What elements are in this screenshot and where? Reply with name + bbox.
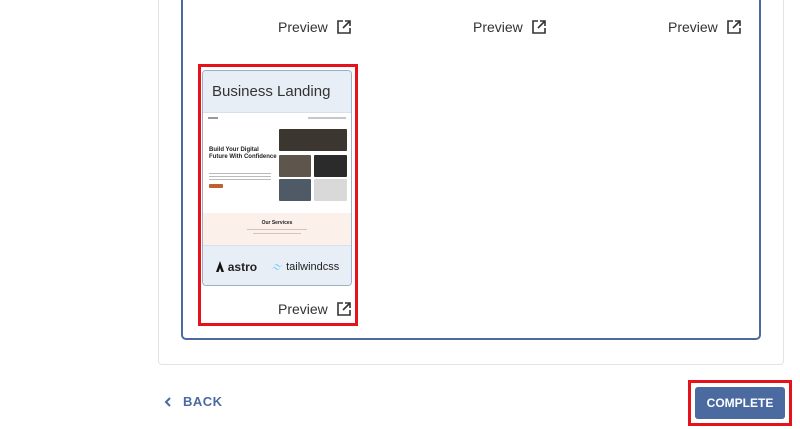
- preview-link-2[interactable]: Preview: [473, 19, 547, 35]
- complete-button[interactable]: COMPLETE: [695, 387, 785, 419]
- back-button[interactable]: BACK: [164, 394, 223, 409]
- external-link-icon: [726, 20, 741, 34]
- external-link-icon: [531, 20, 546, 34]
- preview-link-1[interactable]: Preview: [278, 19, 352, 35]
- chevron-left-icon: [164, 396, 171, 407]
- external-link-icon: [336, 20, 351, 34]
- preview-label: Preview: [278, 19, 328, 35]
- back-label: BACK: [183, 394, 223, 409]
- template-highlight-box: [198, 64, 358, 326]
- preview-label: Preview: [473, 19, 523, 35]
- preview-link-3[interactable]: Preview: [668, 19, 742, 35]
- preview-label: Preview: [668, 19, 718, 35]
